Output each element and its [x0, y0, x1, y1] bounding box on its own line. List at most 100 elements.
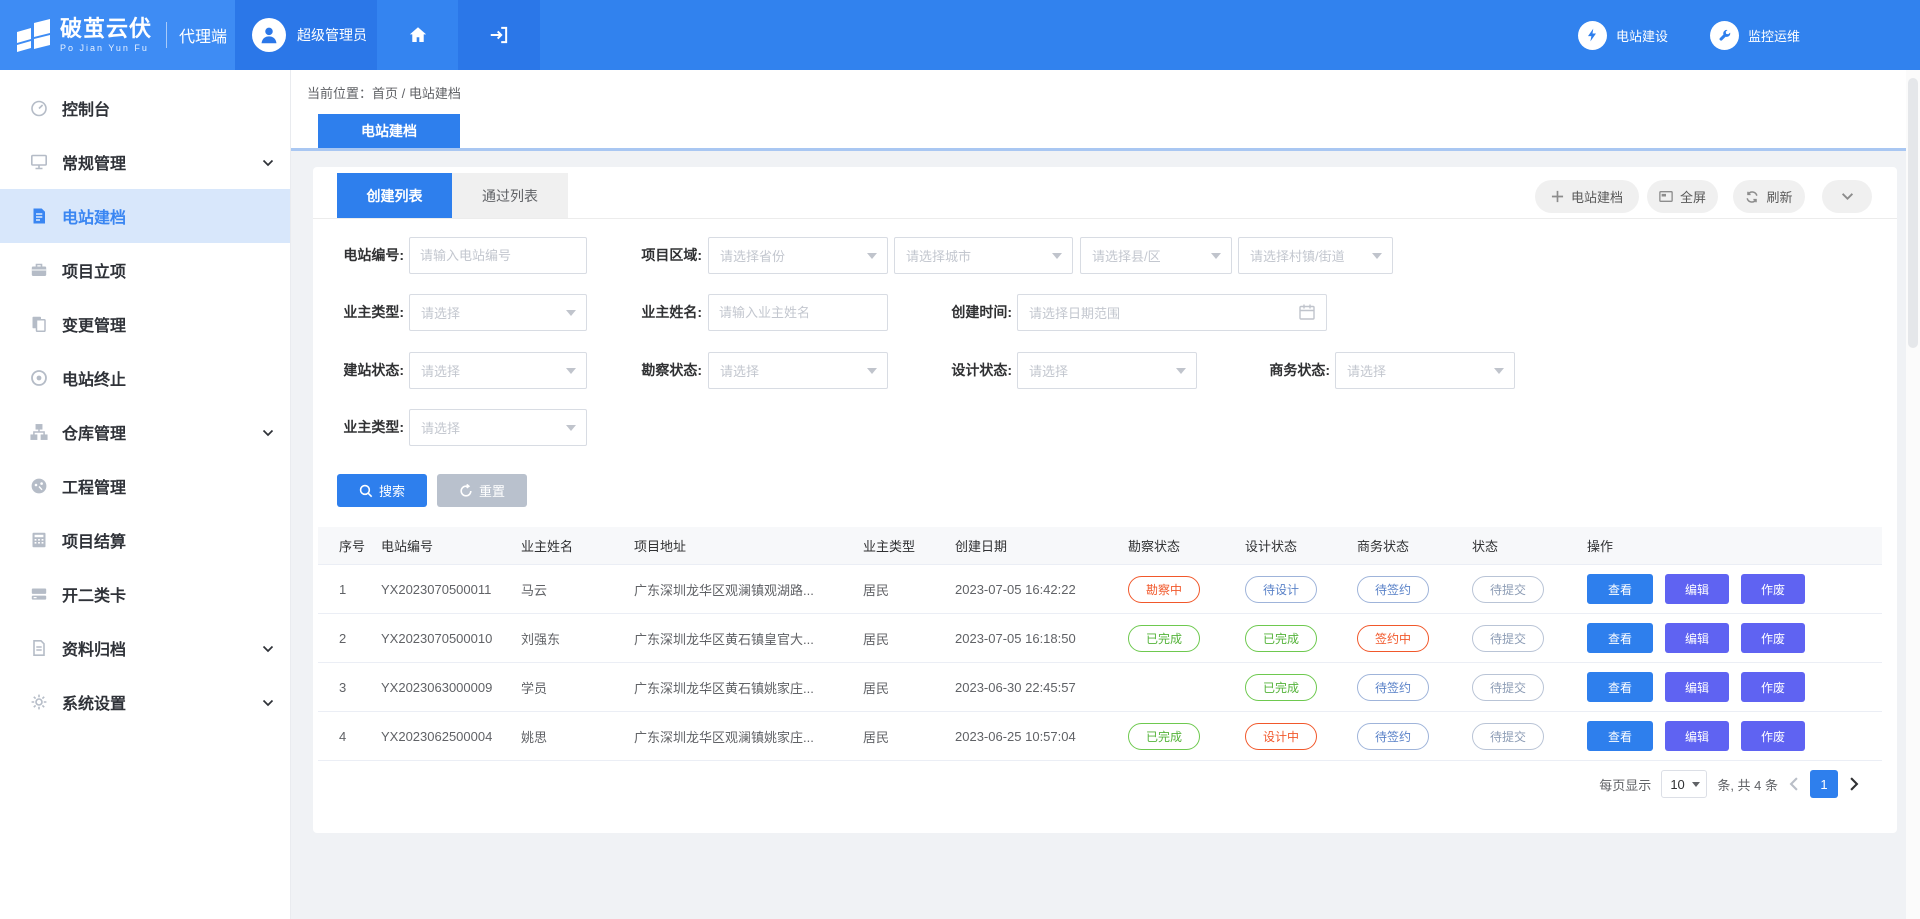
fullscreen-icon — [1659, 190, 1673, 203]
gauge-icon — [29, 476, 49, 496]
business-status-select[interactable]: 请选择 — [1335, 352, 1515, 389]
search-button[interactable]: 搜索 — [337, 474, 427, 507]
county-select[interactable]: 请选择县/区 — [1080, 237, 1232, 274]
owner-name-input[interactable] — [708, 294, 888, 331]
filter-label-owner-type-2: 业主类型: — [324, 409, 404, 446]
page-scrollbar[interactable] — [1906, 70, 1920, 919]
town-placeholder: 请选择村镇/街道 — [1250, 246, 1345, 265]
edit-button[interactable]: 编辑 — [1665, 721, 1729, 751]
sidebar-item-label: 项目立项 — [62, 258, 126, 282]
filter-label-create-time: 创建时间: — [932, 294, 1012, 331]
row-created: 2023-06-30 22:45:57 — [955, 680, 1128, 695]
prev-page-button[interactable] — [1788, 777, 1800, 791]
void-button[interactable]: 作废 — [1741, 574, 1805, 604]
tab-passed-list[interactable]: 通过列表 — [452, 173, 568, 218]
sidebar-item-label: 系统设置 — [62, 690, 126, 714]
logout-button[interactable] — [458, 0, 540, 70]
sidebar-item-system-settings[interactable]: 系统设置 — [0, 675, 290, 729]
sidebar-item-warehouse-management[interactable]: 仓库管理 — [0, 405, 290, 459]
station-code-input[interactable] — [409, 237, 587, 274]
row-owner: 姚思 — [521, 727, 634, 746]
design-status-select[interactable]: 请选择 — [1017, 352, 1197, 389]
owner-type-select[interactable]: 请选择 — [409, 294, 587, 331]
col-header-status: 状态 — [1472, 536, 1587, 555]
status-badge: 待提交 — [1472, 674, 1544, 701]
col-header-address: 项目地址 — [634, 536, 863, 555]
edit-button[interactable]: 编辑 — [1665, 672, 1729, 702]
caret-down-icon — [1052, 253, 1062, 259]
sidebar-item-project-initiation[interactable]: 项目立项 — [0, 243, 290, 297]
sidebar-item-second-type-card[interactable]: 开二类卡 — [0, 567, 290, 621]
business-status-badge: 待签约 — [1357, 576, 1429, 603]
nav-monitor-ops[interactable]: 监控运维 — [1710, 21, 1800, 50]
target-icon — [29, 368, 49, 388]
caret-down-icon — [566, 425, 576, 431]
refresh-button[interactable]: 刷新 — [1733, 180, 1805, 213]
void-button[interactable]: 作废 — [1741, 672, 1805, 702]
reset-label: 重置 — [479, 481, 505, 500]
sidebar-item-station-archive[interactable]: 电站建档 — [0, 189, 290, 243]
status-badge: 待提交 — [1472, 723, 1544, 750]
next-page-button[interactable] — [1848, 777, 1860, 791]
nav-station-build[interactable]: 电站建设 — [1578, 21, 1668, 50]
void-button[interactable]: 作废 — [1741, 623, 1805, 653]
page-number-current[interactable]: 1 — [1810, 770, 1838, 798]
plus-icon — [1551, 190, 1564, 203]
calendar-icon — [1298, 303, 1316, 321]
brand-area: 破茧云伏 Po Jian Yun Fu 代理端 — [0, 0, 235, 70]
card-icon — [29, 584, 49, 604]
scrollbar-thumb[interactable] — [1908, 78, 1918, 348]
sidebar-item-data-archive[interactable]: 资料归档 — [0, 621, 290, 675]
town-select[interactable]: 请选择村镇/街道 — [1238, 237, 1393, 274]
sidebar-item-change-management[interactable]: 变更管理 — [0, 297, 290, 351]
monitor-icon — [29, 152, 49, 172]
breadcrumb-path[interactable]: 首页 / 电站建档 — [372, 86, 461, 101]
view-button[interactable]: 查看 — [1587, 623, 1653, 653]
tab-create-list[interactable]: 创建列表 — [337, 173, 452, 218]
user-icon — [258, 24, 280, 46]
sidebar-item-engineering-management[interactable]: 工程管理 — [0, 459, 290, 513]
view-button[interactable]: 查看 — [1587, 672, 1653, 702]
chevron-down-icon — [262, 429, 274, 437]
current-user[interactable]: 超级管理员 — [235, 0, 377, 70]
sidebar-item-console[interactable]: 控制台 — [0, 81, 290, 135]
create-station-label: 电站建档 — [1571, 187, 1623, 206]
sidebar-item-label: 项目结算 — [62, 528, 126, 552]
status-badge: 待提交 — [1472, 625, 1544, 652]
brand-name-pinyin: Po Jian Yun Fu — [60, 43, 152, 53]
page-tab-station-archive[interactable]: 电站建档 — [318, 114, 460, 148]
city-select[interactable]: 请选择城市 — [894, 237, 1073, 274]
survey-status-select[interactable]: 请选择 — [708, 352, 888, 389]
view-button[interactable]: 查看 — [1587, 721, 1653, 751]
row-owner: 马云 — [521, 580, 634, 599]
build-status-select[interactable]: 请选择 — [409, 352, 587, 389]
filter-label-owner-name: 业主姓名: — [622, 294, 702, 331]
collapse-toolbar-button[interactable] — [1822, 180, 1872, 213]
province-select[interactable]: 请选择省份 — [708, 237, 888, 274]
create-station-button[interactable]: 电站建档 — [1535, 180, 1639, 213]
logout-icon — [488, 24, 510, 46]
date-range-input[interactable]: 请选择日期范围 — [1017, 294, 1327, 331]
sidebar-item-station-termination[interactable]: 电站终止 — [0, 351, 290, 405]
row-address: 广东深圳龙华区观澜镇观湖路... — [634, 580, 863, 599]
col-header-business: 商务状态 — [1357, 536, 1472, 555]
home-button[interactable] — [377, 0, 458, 70]
refresh-label: 刷新 — [1766, 187, 1792, 206]
sidebar-item-project-settlement[interactable]: 项目结算 — [0, 513, 290, 567]
table-row: 4 YX2023062500004 姚思 广东深圳龙华区观澜镇姚家庄... 居民… — [318, 712, 1882, 761]
page-size-select[interactable]: 10 — [1661, 770, 1707, 798]
nav-station-build-label: 电站建设 — [1616, 26, 1668, 45]
reset-button[interactable]: 重置 — [437, 474, 527, 507]
edit-button[interactable]: 编辑 — [1665, 574, 1729, 604]
sidebar-item-general-management[interactable]: 常规管理 — [0, 135, 290, 189]
edit-button[interactable]: 编辑 — [1665, 623, 1729, 653]
view-button[interactable]: 查看 — [1587, 574, 1653, 604]
caret-down-icon — [566, 310, 576, 316]
owner-type-2-select[interactable]: 请选择 — [409, 409, 587, 446]
row-seq: 3 — [318, 680, 381, 695]
fullscreen-button[interactable]: 全屏 — [1647, 180, 1718, 213]
row-owner: 学员 — [521, 678, 634, 697]
build-status-placeholder: 请选择 — [421, 361, 460, 380]
void-button[interactable]: 作废 — [1741, 721, 1805, 751]
col-header-survey: 勘察状态 — [1128, 536, 1245, 555]
